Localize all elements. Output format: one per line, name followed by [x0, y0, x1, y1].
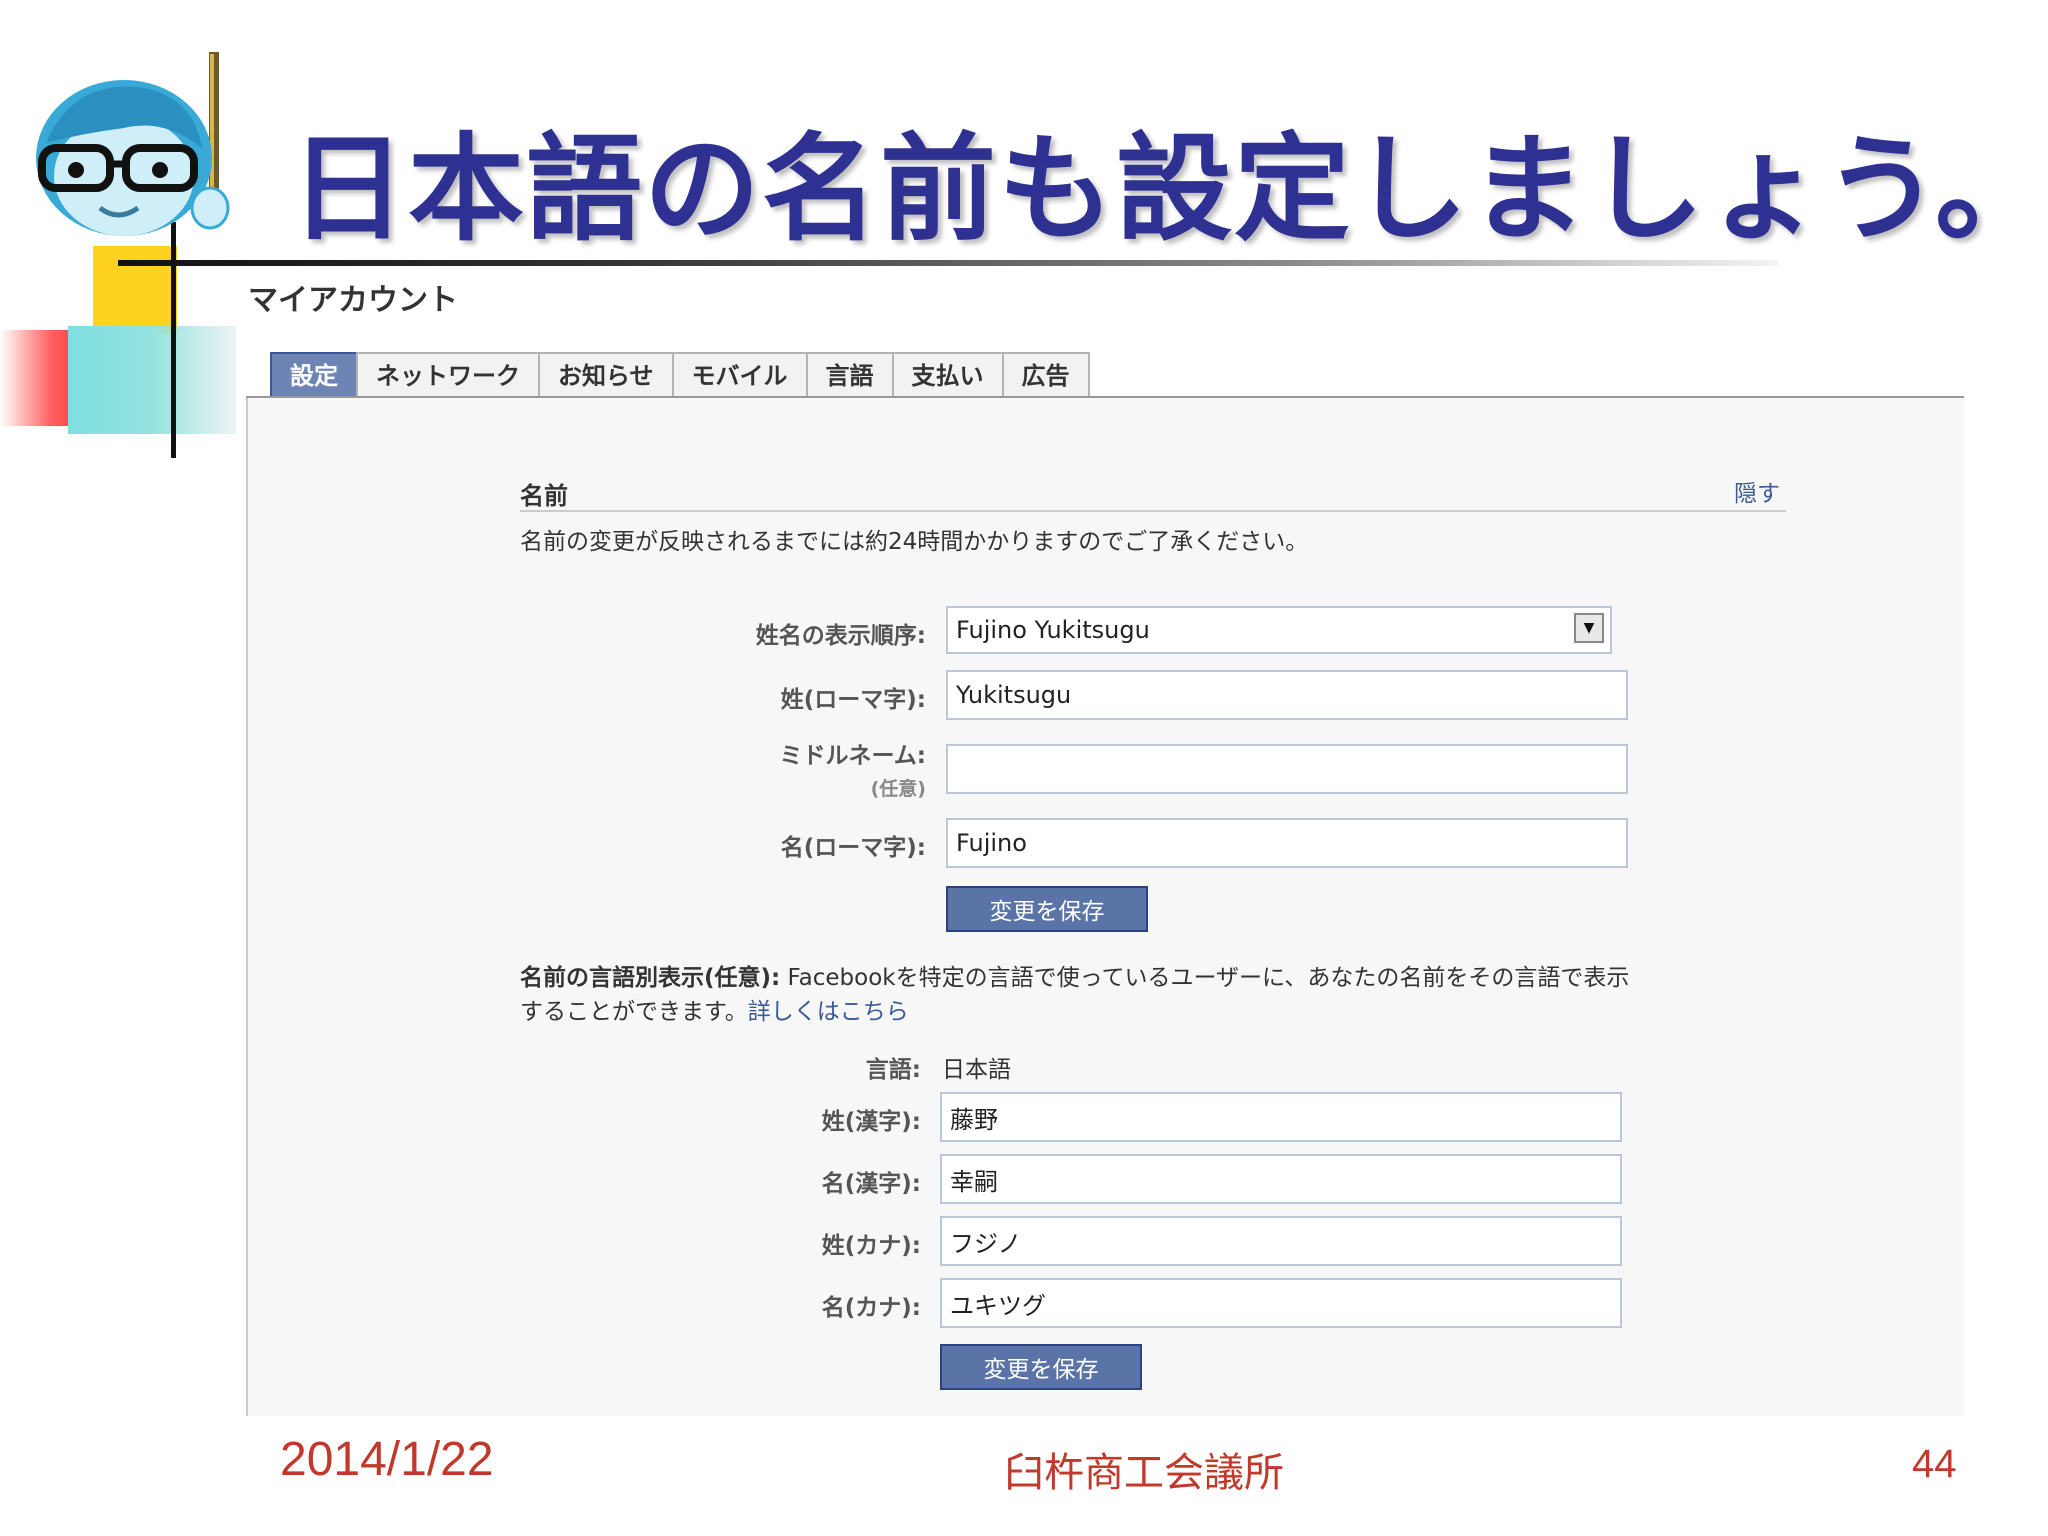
tab-notifications[interactable]: お知らせ — [538, 352, 674, 396]
settings-panel: 名前 隠す 名前の変更が反映されるまでには約24時間かかりますのでご了承ください… — [246, 398, 1964, 1416]
alt-name-description-line2: することができます。詳しくはこちら — [520, 992, 909, 1026]
language-value: 日本語 — [942, 1057, 1011, 1083]
first-name-romaji-label: 名(ローマ字): — [780, 835, 926, 861]
last-kana-input[interactable]: フジノ — [940, 1216, 1622, 1266]
display-order-value: Fujino Yukitsugu — [956, 616, 1150, 644]
display-order-select[interactable]: Fujino Yukitsugu ▼ — [946, 606, 1612, 654]
tab-mobile[interactable]: モバイル — [671, 352, 808, 396]
alt-name-heading: 名前の言語別表示(任意): — [520, 965, 781, 991]
first-kanji-label: 名(漢字): — [821, 1171, 921, 1197]
last-kana-value: フジノ — [950, 1229, 1022, 1258]
first-name-romaji-input[interactable]: Fujino — [946, 818, 1628, 868]
first-kanji-value: 幸嗣 — [950, 1167, 998, 1196]
last-kana-label: 姓(カナ): — [821, 1233, 921, 1259]
first-name-romaji-value: Fujino — [956, 829, 1027, 857]
tab-payments[interactable]: 支払い — [891, 352, 1004, 396]
tab-network[interactable]: ネットワーク — [356, 352, 540, 396]
decor-vertical-rule — [171, 222, 176, 458]
save-name-button[interactable]: 変更を保存 — [946, 886, 1148, 932]
slide-date: 2014/1/22 — [280, 1433, 494, 1486]
last-name-romaji-value: Yukitsugu — [956, 681, 1072, 709]
middle-name-optional-note: (任意) — [870, 778, 926, 800]
slide-page-number: 44 — [1912, 1442, 1957, 1486]
slide-title: 日本語の名前も設定しましょう。 — [290, 122, 2048, 257]
learn-more-link[interactable]: 詳しくはこちら — [748, 999, 909, 1025]
save-alt-name-button[interactable]: 変更を保存 — [940, 1344, 1142, 1390]
avatar-icon — [36, 52, 230, 236]
tab-ads[interactable]: 広告 — [1001, 352, 1090, 396]
first-kana-label: 名(カナ): — [821, 1295, 921, 1321]
dropdown-arrow-icon[interactable]: ▼ — [1574, 613, 1604, 643]
settings-tabs: 設定 ネットワーク お知らせ モバイル 言語 支払い 広告 — [270, 352, 1090, 396]
display-order-label: 姓名の表示順序: — [755, 623, 926, 649]
alt-name-description-text: することができます。 — [520, 999, 748, 1025]
last-name-romaji-label: 姓(ローマ字): — [780, 687, 926, 713]
alt-name-description: 名前の言語別表示(任意): Facebookを特定の言語で使っているユーザーに、… — [520, 958, 1629, 992]
tab-language[interactable]: 言語 — [805, 352, 894, 396]
first-kana-value: ユキツグ — [950, 1291, 1046, 1320]
decor-teal-block — [68, 326, 236, 434]
middle-name-label: ミドルネーム: — [779, 743, 926, 769]
first-kanji-input[interactable]: 幸嗣 — [940, 1154, 1622, 1204]
first-kana-input[interactable]: ユキツグ — [940, 1278, 1622, 1328]
section-divider — [520, 510, 1786, 512]
hide-link[interactable]: 隠す — [1734, 474, 1780, 508]
middle-name-input[interactable] — [946, 744, 1628, 794]
last-name-romaji-input[interactable]: Yukitsugu — [946, 670, 1628, 720]
slide-organization: 臼杵商工会議所 — [1004, 1451, 1284, 1495]
alt-name-description-line1: Facebookを特定の言語で使っているユーザーに、あなたの名前をその言語で表示 — [787, 965, 1630, 991]
tab-settings[interactable]: 設定 — [270, 352, 358, 396]
account-title: マイアカウント — [248, 283, 458, 318]
last-kanji-label: 姓(漢字): — [821, 1109, 921, 1135]
language-label: 言語: — [865, 1057, 921, 1083]
last-kanji-input[interactable]: 藤野 — [940, 1092, 1622, 1142]
name-change-notice: 名前の変更が反映されるまでには約24時間かかりますのでご了承ください。 — [520, 529, 1309, 555]
last-kanji-value: 藤野 — [950, 1105, 998, 1134]
name-section-heading: 名前 — [520, 482, 568, 510]
